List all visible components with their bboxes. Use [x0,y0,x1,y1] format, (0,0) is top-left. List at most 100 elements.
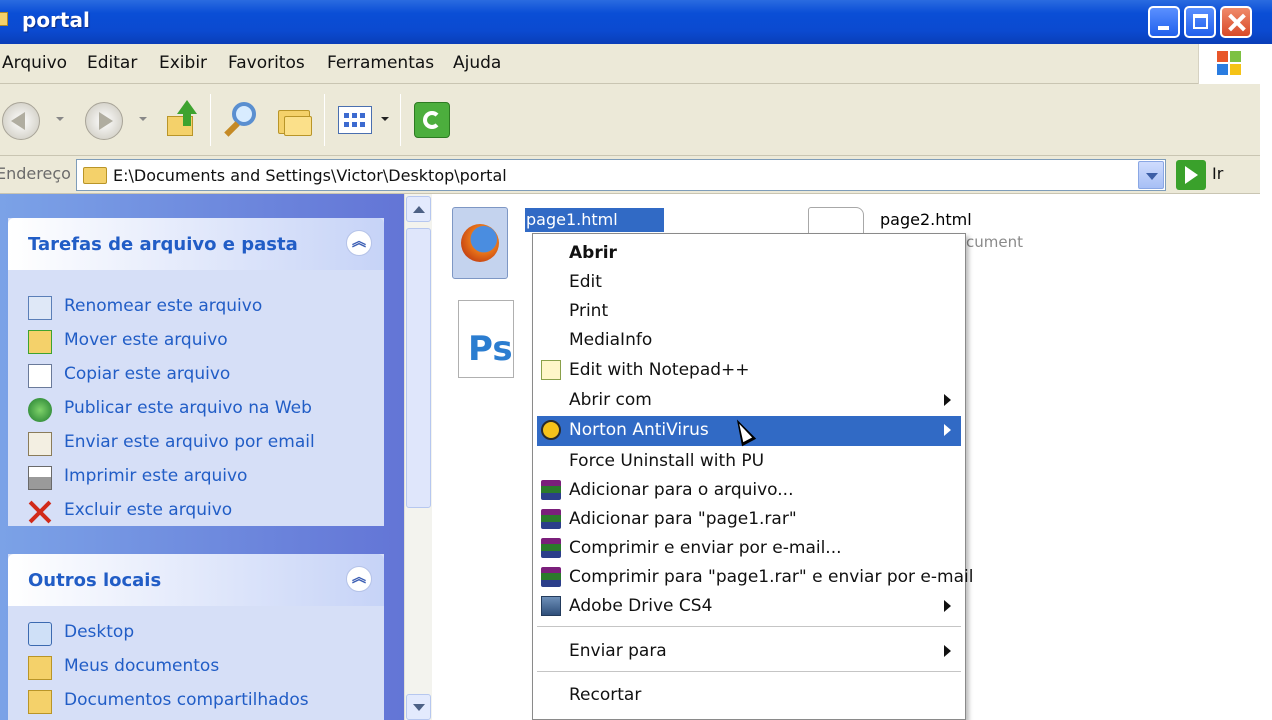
scroll-up-button[interactable] [406,196,431,222]
place-label[interactable]: Documentos compartilhados [64,690,309,710]
up-folder-icon[interactable] [163,100,203,140]
address-dropdown-button[interactable] [1138,161,1164,189]
file-name-selected[interactable]: page1.html [525,208,664,232]
menu-ferramentas[interactable]: Ferramentas [327,53,434,73]
adobe-drive-icon [541,596,561,616]
menu-adobe-drive[interactable]: Adobe Drive CS4 [537,592,961,620]
menu-item-label: Comprimir para "page1.rar" e enviar por … [569,567,974,587]
winrar-icon [541,509,561,529]
title-bar[interactable]: portal [0,0,1272,44]
task-label[interactable]: Publicar este arquivo na Web [64,398,312,418]
desktop-icon [28,622,52,646]
menu-exibir[interactable]: Exibir [159,53,207,73]
email-icon [28,432,52,456]
menu-separator [537,626,961,627]
menu-bar: Arquivo Editar Exibir Favoritos Ferramen… [0,44,1260,84]
menu-item-label: Edit [569,272,602,292]
menu-item-label: Abrir com [569,390,652,410]
place-label[interactable]: Meus documentos [64,656,219,676]
menu-print[interactable]: Print [537,297,961,325]
submenu-arrow-icon [944,645,951,657]
task-label[interactable]: Enviar este arquivo por email [64,432,315,452]
menu-add-to-archive[interactable]: Adicionar para o arquivo... [537,476,961,504]
norton-icon [541,420,561,440]
task-label[interactable]: Mover este arquivo [64,330,228,350]
menu-item-label: Norton AntiVirus [569,420,709,440]
task-label[interactable]: Excluir este arquivo [64,500,232,520]
forward-icon[interactable] [85,102,123,140]
collapse-icon[interactable]: ︽ [346,230,372,256]
menu-cut[interactable]: Recortar [537,681,961,709]
search-icon[interactable] [222,100,262,140]
maximize-button[interactable] [1184,6,1216,38]
sync-icon[interactable] [412,100,452,140]
submenu-arrow-icon [944,600,951,612]
address-bar: Endereço E:\Documents and Settings\Victo… [0,156,1260,194]
views-dropdown-icon[interactable] [381,117,389,121]
go-button[interactable]: Ir [1212,164,1223,183]
back-dropdown-icon[interactable] [56,117,64,121]
address-label: Endereço [0,164,71,183]
notepadpp-icon [541,360,561,380]
rename-icon [28,296,52,320]
print-icon [28,466,52,490]
panel-title: Outros locais [28,570,162,591]
submenu-arrow-icon [944,394,951,406]
minimize-button[interactable] [1148,6,1180,38]
menu-editar[interactable]: Editar [87,53,137,73]
submenu-arrow-icon [944,424,951,436]
menu-favoritos[interactable]: Favoritos [228,53,305,73]
menu-edit[interactable]: Edit [537,268,961,296]
task-label[interactable]: Imprimir este arquivo [64,466,247,486]
menu-item-label: Enviar para [569,641,667,661]
my-documents-icon [28,656,52,680]
task-label[interactable]: Renomear este arquivo [64,296,262,316]
folder-icon [83,167,107,184]
file-name[interactable]: page2.html [880,210,972,229]
menu-compress-email[interactable]: Comprimir e enviar por e-mail... [537,534,961,562]
scroll-thumb[interactable] [406,228,431,508]
winrar-icon [541,567,561,587]
winrar-icon [541,538,561,558]
menu-send-to[interactable]: Enviar para [537,637,961,665]
menu-item-label: Edit with Notepad++ [569,360,750,380]
vertical-scrollbar[interactable] [404,194,432,720]
firefox-html-icon[interactable] [452,207,508,279]
menu-ajuda[interactable]: Ajuda [453,53,501,73]
file-type-label: cument [966,233,1023,251]
panel-header[interactable]: Tarefas de arquivo e pasta ︽ [8,218,384,270]
menu-item-label: Abrir [569,243,617,263]
menu-add-to-rar[interactable]: Adicionar para "page1.rar" [537,505,961,533]
menu-open-with[interactable]: Abrir com [537,386,961,414]
delete-icon [28,500,52,524]
forward-dropdown-icon[interactable] [139,117,147,121]
menu-force-uninstall[interactable]: Force Uninstall with PU [537,447,961,475]
photoshop-file-icon[interactable]: Ps [458,300,514,378]
copy-icon [28,364,52,388]
folders-icon[interactable] [276,100,316,140]
close-button[interactable] [1220,6,1252,38]
go-arrow-icon[interactable] [1176,160,1206,190]
address-field[interactable]: E:\Documents and Settings\Victor\Desktop… [76,159,1166,191]
place-label[interactable]: Desktop [64,622,134,642]
menu-mediainfo[interactable]: MediaInfo [537,326,961,354]
collapse-icon[interactable]: ︽ [346,566,372,592]
menu-compress-rar-email[interactable]: Comprimir para "page1.rar" e enviar por … [537,563,973,591]
panel-title: Tarefas de arquivo e pasta [28,234,298,255]
menu-item-label: Comprimir e enviar por e-mail... [569,538,842,558]
menu-item-label: Force Uninstall with PU [569,451,765,471]
html-document-icon[interactable] [808,207,864,235]
menu-arquivo[interactable]: Arquivo [2,53,67,73]
task-label[interactable]: Copiar este arquivo [64,364,230,384]
menu-open[interactable]: Abrir [537,239,961,267]
move-icon [28,330,52,354]
address-path[interactable]: E:\Documents and Settings\Victor\Desktop… [113,166,507,185]
menu-edit-notepadpp[interactable]: Edit with Notepad++ [537,356,961,384]
shared-folder-icon [28,690,52,714]
back-icon[interactable] [2,102,40,140]
views-icon[interactable] [336,100,376,140]
panel-header[interactable]: Outros locais ︽ [8,554,384,606]
other-places-panel: Outros locais ︽ Desktop Meus documentos … [8,554,384,720]
folder-icon [0,12,8,26]
scroll-down-button[interactable] [406,694,431,720]
